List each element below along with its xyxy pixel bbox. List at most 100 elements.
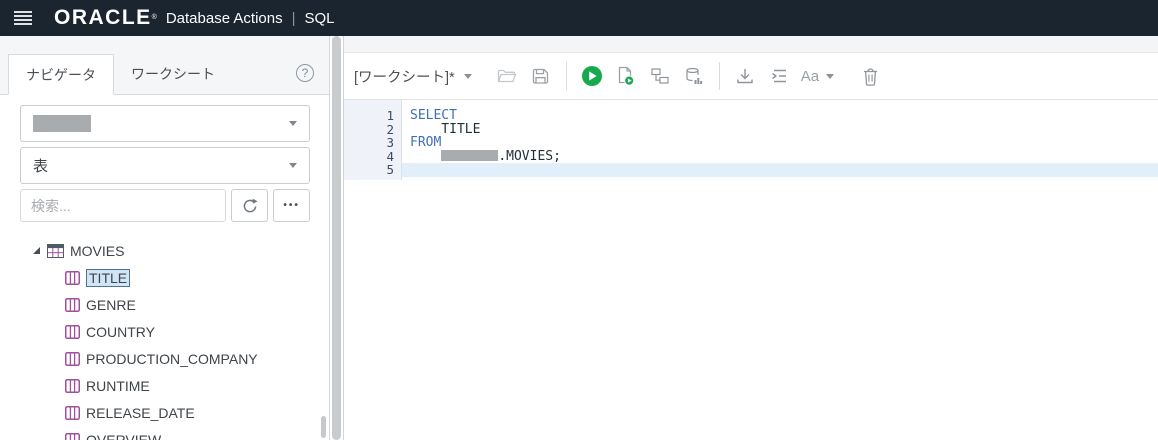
tree-item-label: GENRE (86, 296, 136, 313)
tree-item-title[interactable]: TITLE (0, 264, 329, 291)
download-button[interactable] (731, 63, 758, 90)
run-script-icon (616, 66, 635, 86)
clear-worksheet-button[interactable] (857, 63, 884, 90)
refresh-icon (241, 197, 259, 215)
object-type-value: 表 (33, 158, 49, 175)
app-name: SQL (304, 9, 335, 27)
chevron-down-icon (826, 73, 835, 79)
save-button[interactable] (527, 63, 554, 90)
search-input[interactable] (20, 189, 227, 222)
folder-open-icon (497, 68, 517, 84)
worksheet-panel: [ワークシート]* Aa 1 2 3 4 5 SELECT TITLE FROM… (343, 36, 1158, 440)
column-icon (65, 378, 80, 393)
help-icon[interactable]: ? (296, 64, 314, 82)
tree-item-genre[interactable]: GENRE (0, 291, 329, 318)
ellipsis-icon: ••• (283, 200, 300, 211)
column-icon (65, 432, 80, 440)
toolbar-separator (718, 62, 720, 90)
run-icon (581, 65, 603, 87)
column-icon (65, 324, 80, 339)
expand-toggle-icon[interactable] (33, 247, 40, 254)
format-indent-icon (770, 68, 788, 84)
panel-splitter[interactable] (330, 36, 343, 440)
hamburger-menu-icon[interactable] (14, 11, 32, 25)
table-icon (47, 243, 64, 258)
tree-item-label: COUNTRY (86, 323, 155, 340)
code-line-5[interactable] (402, 163, 1158, 177)
code-line-4[interactable]: .MOVIES; (402, 148, 1158, 164)
chevron-down-icon (463, 73, 472, 79)
tree-item-label: RUNTIME (86, 377, 150, 394)
oracle-logo: ORACLE (54, 6, 152, 29)
download-icon (736, 67, 754, 85)
column-icon (65, 270, 80, 285)
sidebar-scrollbar[interactable] (321, 416, 326, 438)
tree-item-label: RELEASE_DATE (86, 404, 195, 421)
tab-worksheet[interactable]: ワークシート (114, 53, 232, 94)
registered-trademark: ® (151, 14, 157, 21)
save-icon (532, 68, 549, 85)
redacted-schema-value (33, 115, 91, 132)
chevron-down-icon (289, 121, 297, 126)
open-worksheet-button[interactable] (493, 63, 520, 90)
object-type-select[interactable]: 表 (20, 147, 310, 184)
column-icon (65, 405, 80, 420)
toolbar-separator (565, 62, 567, 90)
tree-item-label: TITLE (86, 268, 131, 287)
tree-item-country[interactable]: COUNTRY (0, 318, 329, 345)
explain-plan-button[interactable] (646, 63, 673, 90)
code-line-1[interactable]: SELECT (402, 109, 1158, 123)
font-size-label: Aa (800, 67, 820, 85)
column-icon (65, 297, 80, 312)
sql-editor[interactable]: 12345 SELECT TITLE FROM .MOVIES; (344, 100, 1158, 440)
search-row: ••• (20, 189, 310, 222)
code-line-2[interactable]: TITLE (402, 122, 1158, 137)
product-name: Database Actions (165, 9, 283, 27)
tree-item-label: MOVIES (70, 242, 125, 259)
tree-item-label: PRODUCTION_COMPANY (86, 350, 258, 367)
tree-item-release_date[interactable]: RELEASE_DATE (0, 399, 329, 426)
chevron-down-icon (289, 163, 297, 168)
worksheet-top-strip (344, 36, 1158, 53)
autotrace-icon (685, 67, 703, 85)
trash-icon (862, 67, 879, 86)
line-number: 1 (386, 108, 394, 123)
line-number: 3 (386, 135, 394, 151)
navigator-panel: ナビゲータ ワークシート? 表 検索... ••• MOVIES TITLE G… (0, 36, 330, 440)
worksheet-title: [ワークシート]* (354, 69, 455, 86)
more-options-button[interactable]: ••• (273, 189, 310, 222)
code-line-3[interactable]: FROM (402, 136, 1158, 150)
tree-item-label: OVERVIEW (86, 431, 162, 440)
line-number: 4 (386, 148, 394, 164)
worksheet-selector[interactable]: [ワークシート]* (354, 66, 472, 87)
explain-plan-icon (651, 68, 669, 84)
line-number: 5 (386, 162, 394, 178)
tree-item-runtime[interactable]: RUNTIME (0, 372, 329, 399)
schema-select[interactable] (20, 105, 310, 142)
column-icon (65, 351, 80, 366)
tree-item-movies[interactable]: MOVIES (0, 237, 329, 264)
app-window: ORACLE ® Database Actions | SQL ナビゲータ ワーク… (0, 0, 1158, 440)
tree-item-production_company[interactable]: PRODUCTION_COMPANY (0, 345, 329, 372)
redacted-schema-name (441, 149, 499, 161)
tree-item-overview[interactable]: OVERVIEW (0, 426, 329, 440)
font-settings-button[interactable]: Aa (800, 67, 835, 85)
sidebar-tabs: ナビゲータ ワークシート? (0, 36, 329, 95)
navigator-controls: 表 ••• (0, 95, 329, 222)
splitter-handle[interactable] (332, 36, 341, 440)
editor-code[interactable]: SELECT TITLE FROM .MOVIES; (402, 100, 1158, 440)
format-button[interactable] (765, 63, 792, 90)
line-number: 2 (386, 121, 394, 137)
top-bar: ORACLE ® Database Actions | SQL (0, 0, 1158, 36)
title-separator: | (291, 9, 296, 27)
autotrace-button[interactable] (680, 63, 707, 90)
navigator-tree: MOVIES TITLE GENRE COUNTRY PRODUCTION_COMPAN… (0, 237, 329, 440)
run-script-button[interactable] (612, 63, 639, 90)
run-statement-button[interactable] (578, 63, 605, 90)
refresh-button[interactable] (231, 189, 269, 222)
main-area: ナビゲータ ワークシート? 表 検索... ••• MOVIES TITLE G… (0, 36, 1158, 440)
tab-navigator[interactable]: ナビゲータ (8, 54, 114, 95)
sql-text: .MOVIES; (498, 148, 561, 164)
worksheet-toolbar: [ワークシート]* Aa (344, 53, 1158, 100)
